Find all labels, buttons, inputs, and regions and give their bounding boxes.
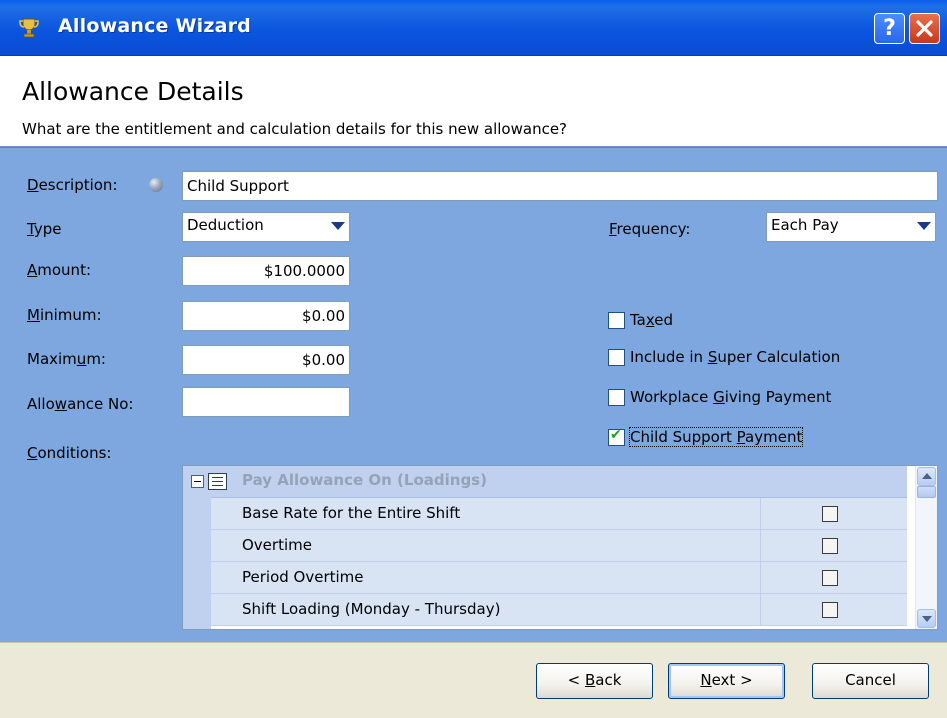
grid-divider: [760, 562, 761, 593]
minimum-field[interactable]: $0.00: [182, 301, 350, 331]
include-super-calculation-label: Include in Super Calculation: [630, 348, 841, 366]
title-bar[interactable]: Allowance Wizard ?: [0, 0, 947, 56]
grid-checkbox[interactable]: [822, 602, 838, 618]
maximum-field[interactable]: $0.00: [182, 345, 350, 375]
grid-row-label: Base Rate for the Entire Shift: [242, 504, 461, 522]
grid-row-label: Shift Loading (Monday - Thursday): [242, 600, 501, 618]
help-icon: ?: [883, 16, 896, 41]
group-title: Pay Allowance On (Loadings): [242, 471, 487, 489]
type-label: Type: [27, 220, 62, 238]
description-field[interactable]: Child Support: [182, 171, 938, 201]
checkbox-icon[interactable]: [608, 348, 625, 366]
maximum-label: Maximum:: [27, 350, 106, 368]
grid-row-label: Overtime: [242, 536, 312, 554]
window-title: Allowance Wizard: [58, 15, 251, 37]
back-button[interactable]: < Back: [536, 663, 653, 699]
workplace-giving-payment-checkbox[interactable]: Workplace Giving Payment: [608, 385, 831, 409]
amount-label: Amount:: [27, 261, 92, 279]
grid-divider: [760, 498, 761, 529]
wizard-footer: < Back Next > Cancel: [0, 642, 947, 718]
checkbox-icon[interactable]: [608, 311, 625, 329]
minimum-label: Minimum:: [27, 306, 102, 324]
chevron-down-icon: [922, 616, 932, 622]
amount-field[interactable]: $100.0000: [182, 256, 350, 286]
grid-checkbox[interactable]: [822, 506, 838, 522]
wizard-header: Allowance Details What are the entitleme…: [0, 56, 947, 147]
scroll-up-button[interactable]: [917, 467, 936, 486]
group-header[interactable]: Pay Allowance On (Loadings): [183, 466, 907, 498]
frequency-label: Frequency:: [609, 220, 691, 238]
grid-checkbox[interactable]: [822, 570, 838, 586]
scroll-down-button[interactable]: [917, 609, 936, 628]
cancel-button[interactable]: Cancel: [812, 663, 929, 699]
conditions-label: Conditions:: [27, 444, 112, 462]
next-button[interactable]: Next >: [668, 663, 785, 699]
allowance-form: Description: Child Support Type Deductio…: [0, 147, 947, 643]
taxed-label: Taxed: [630, 311, 674, 329]
grid-row[interactable]: Overtime: [211, 530, 907, 562]
checkmark-icon[interactable]: [608, 427, 625, 446]
chevron-up-icon: [922, 473, 932, 479]
close-button[interactable]: [909, 13, 940, 44]
vertical-scrollbar[interactable]: [915, 466, 937, 629]
collapse-icon[interactable]: [191, 475, 204, 488]
taxed-checkbox[interactable]: Taxed: [608, 308, 673, 332]
trophy-icon: [19, 18, 39, 38]
checkbox-icon[interactable]: [608, 388, 625, 406]
page-title: Allowance Details: [22, 77, 244, 106]
workplace-giving-payment-label: Workplace Giving Payment: [630, 388, 832, 406]
child-support-payment-label: Child Support Payment: [628, 427, 804, 447]
grid-row[interactable]: Shift Loading (Monday - Thursday): [211, 594, 907, 626]
conditions-grid[interactable]: Pay Allowance On (Loadings) Base Rate fo…: [182, 465, 938, 630]
type-dropdown-value: Deduction: [187, 216, 264, 234]
page-subtitle: What are the entitlement and calculation…: [22, 120, 568, 138]
frequency-dropdown[interactable]: Each Pay: [766, 212, 936, 242]
grid-row-label: Period Overtime: [242, 568, 364, 586]
description-label: Description:: [27, 176, 118, 194]
frequency-dropdown-value: Each Pay: [771, 216, 839, 234]
close-icon: [916, 20, 933, 37]
child-support-payment-checkbox[interactable]: Child Support Payment: [608, 425, 804, 449]
grid-row[interactable]: Base Rate for the Entire Shift: [211, 498, 907, 530]
grid-row[interactable]: Period Overtime: [211, 562, 907, 594]
grid-indent: [183, 497, 211, 629]
allowance-no-label: Allowance No:: [27, 395, 134, 413]
type-dropdown[interactable]: Deduction: [182, 212, 350, 242]
scroll-thumb[interactable]: [917, 486, 936, 498]
chevron-down-icon[interactable]: [331, 222, 345, 230]
help-button[interactable]: ?: [874, 13, 905, 44]
status-indicator-icon: [149, 178, 163, 192]
grid-checkbox[interactable]: [822, 538, 838, 554]
allowance-no-field[interactable]: [182, 387, 350, 417]
chevron-down-icon[interactable]: [917, 222, 931, 230]
grid-icon: [208, 473, 227, 490]
grid-divider: [760, 530, 761, 561]
grid-divider: [760, 594, 761, 625]
include-super-calculation-checkbox[interactable]: Include in Super Calculation: [608, 345, 840, 369]
